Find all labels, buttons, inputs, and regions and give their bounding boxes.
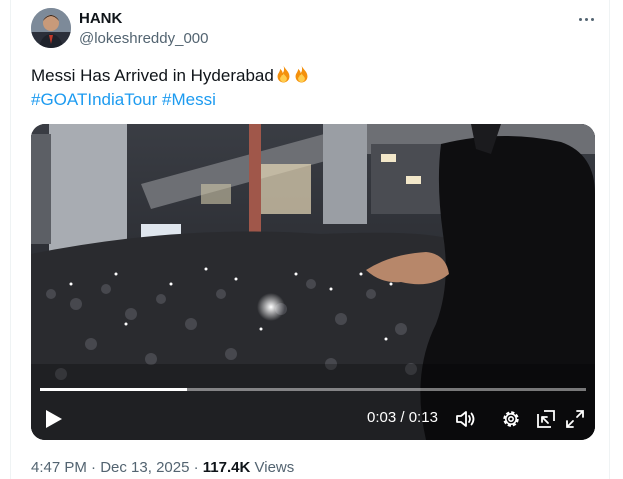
views-label: Views	[254, 459, 295, 476]
video-frame	[31, 124, 595, 440]
video-progress-fill	[40, 388, 188, 391]
volume-icon[interactable]	[455, 408, 477, 430]
video-player[interactable]: 0:03 / 0:13	[31, 124, 595, 440]
tweet-meta: 4:47 PM · Dec 13, 2025 · 117.4K Views	[31, 459, 294, 476]
fire-icon	[277, 65, 290, 83]
hashtags: #GOATIndiaTour #Messi	[31, 88, 216, 111]
author-handle[interactable]: @lokeshreddy_000	[79, 30, 208, 47]
hashtag-messi[interactable]: #Messi	[162, 90, 216, 109]
fullscreen-icon[interactable]	[564, 408, 586, 430]
author-avatar[interactable]	[31, 8, 71, 48]
video-time-separator: /	[400, 409, 405, 426]
play-icon[interactable]	[45, 409, 63, 429]
tweet-date[interactable]: Dec 13, 2025	[100, 459, 189, 476]
tweet-time[interactable]: 4:47 PM	[31, 459, 87, 476]
settings-gear-icon[interactable]	[500, 408, 522, 430]
views-count: 117.4K	[202, 459, 251, 476]
more-options-icon[interactable]	[576, 10, 598, 28]
author-name[interactable]: HANK	[79, 10, 122, 27]
pip-icon[interactable]	[535, 408, 557, 430]
video-current-time: 0:03	[367, 409, 397, 426]
hashtag-goatindiatour[interactable]: #GOATIndiaTour	[31, 90, 157, 109]
tweet-text: Messi Has Arrived in Hyderabad	[31, 64, 310, 87]
fire-icon	[295, 65, 308, 83]
tweet-body: Messi Has Arrived in Hyderabad	[31, 66, 274, 85]
video-time: 0:03 / 0:13	[367, 409, 438, 426]
video-duration: 0:13	[408, 409, 438, 426]
tweet-card: HANK @lokeshreddy_000 Messi Has Arrived …	[10, 0, 610, 479]
video-progress-bar[interactable]	[40, 388, 586, 391]
meta-dot: ·	[91, 459, 97, 476]
meta-dot: ·	[193, 459, 199, 476]
